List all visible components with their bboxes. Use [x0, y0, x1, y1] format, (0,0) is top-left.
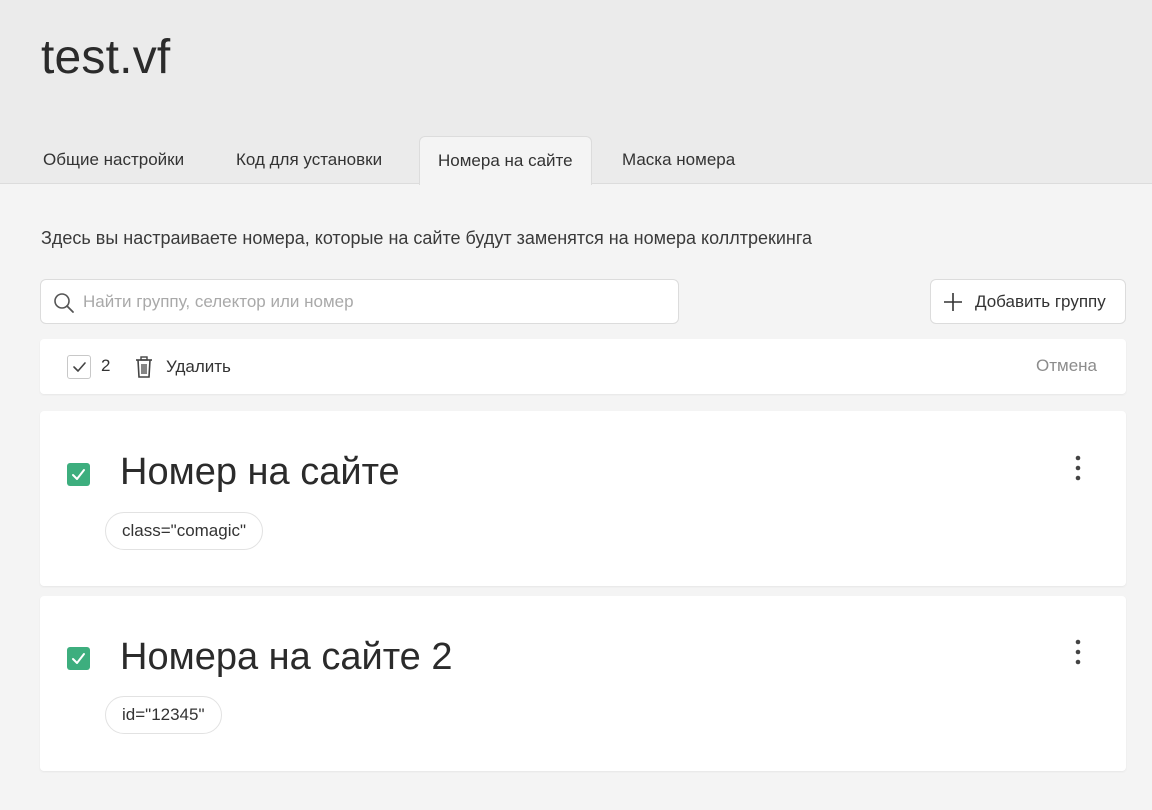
search-input[interactable]: [83, 280, 663, 323]
bulk-action-bar: 2 Удалить Отмена: [40, 339, 1126, 394]
search-icon: [53, 292, 75, 314]
search-box: [40, 279, 679, 324]
cancel-button[interactable]: Отмена: [1036, 356, 1097, 376]
check-icon: [73, 362, 86, 372]
add-group-button[interactable]: Добавить группу: [930, 279, 1126, 324]
tab-number-mask[interactable]: Маска номера: [604, 136, 753, 184]
more-vertical-icon[interactable]: [1068, 453, 1088, 483]
selector-tag: id="12345": [105, 696, 222, 734]
group-title: Номера на сайте 2: [120, 636, 453, 678]
select-all-checkbox[interactable]: [67, 355, 91, 379]
check-icon: [72, 653, 85, 664]
group-card: Номер на сайте class="comagic": [40, 411, 1126, 586]
tab-site-numbers[interactable]: Номера на сайте: [419, 136, 592, 185]
page-title: test.vf: [41, 31, 171, 84]
tab-install-code[interactable]: Код для установки: [218, 136, 400, 184]
selector-tag: class="comagic": [105, 512, 264, 550]
selected-count: 2: [101, 356, 111, 375]
group-title: Номер на сайте: [120, 451, 400, 493]
delete-label: Удалить: [166, 357, 231, 376]
plus-icon: [943, 292, 963, 312]
tab-bar: Общие настройки Код для установки Номера…: [0, 136, 1152, 185]
group-checkbox[interactable]: [67, 647, 90, 670]
tab-general-settings[interactable]: Общие настройки: [25, 136, 202, 184]
check-icon: [72, 469, 85, 480]
page-description: Здесь вы настраиваете номера, которые на…: [41, 228, 813, 248]
group-checkbox[interactable]: [67, 463, 90, 486]
group-card: Номера на сайте 2 id="12345": [40, 596, 1126, 771]
page-header: test.vf Общие настройки Код для установк…: [0, 0, 1152, 185]
add-group-label: Добавить группу: [975, 291, 1106, 311]
more-vertical-icon[interactable]: [1068, 637, 1088, 667]
trash-icon: [134, 356, 154, 378]
delete-button[interactable]: Удалить: [134, 353, 231, 381]
